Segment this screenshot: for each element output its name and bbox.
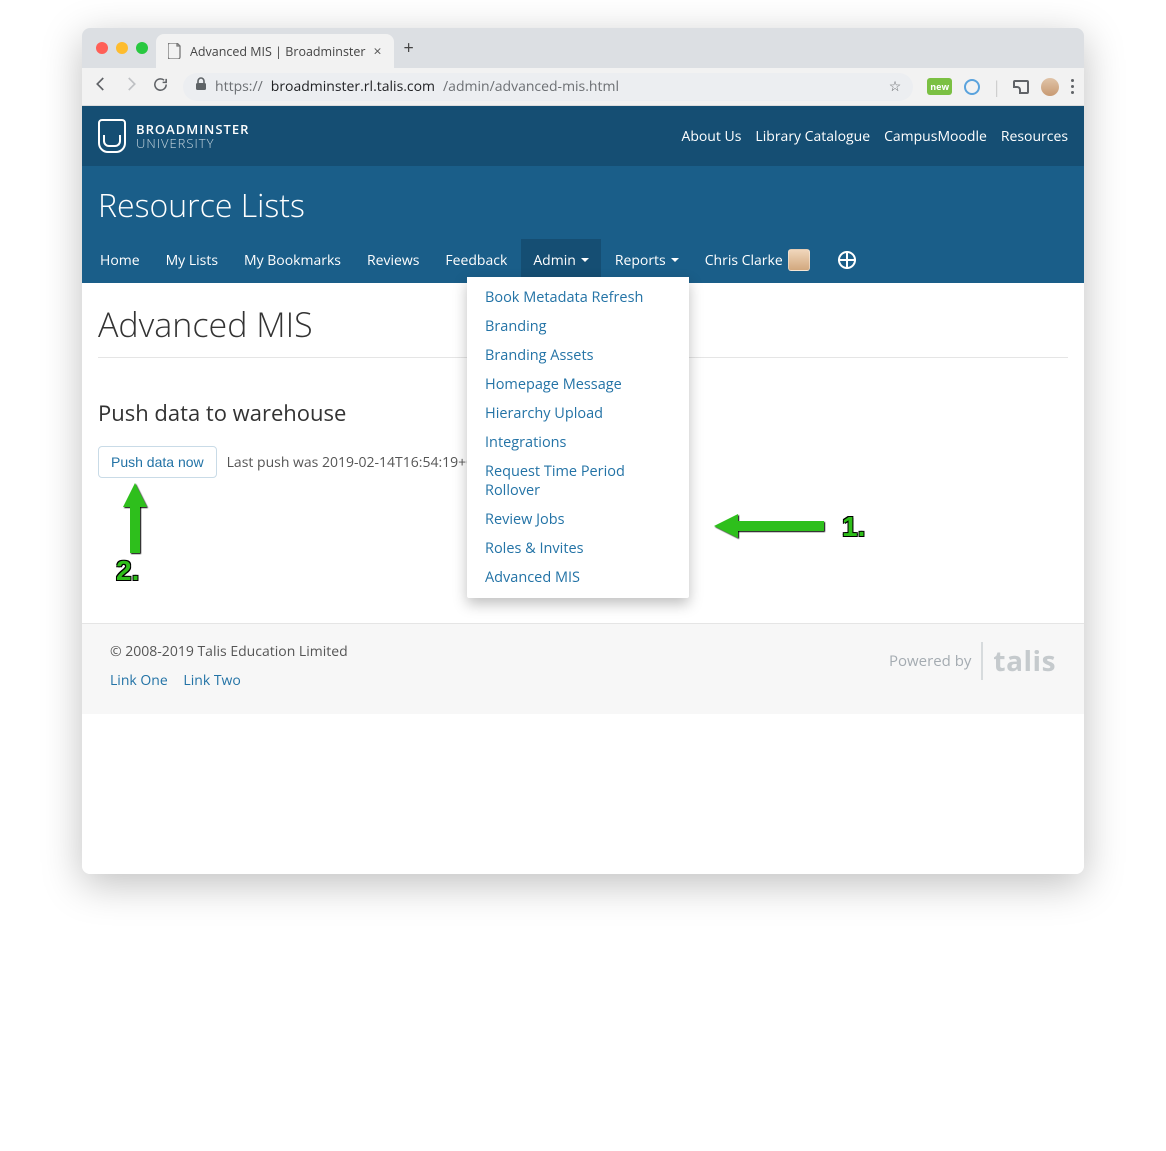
address-bar[interactable]: https:// broadminster.rl.talis.com/admin/… [183,73,913,101]
reload-button[interactable] [152,76,169,98]
url-prefix: https:// [215,77,263,96]
window-controls [92,42,156,54]
extension-circle-icon[interactable] [964,79,980,95]
nav-reviews[interactable]: Reviews [355,239,431,282]
app-title: Resource Lists [82,166,1084,237]
cast-icon[interactable] [1013,80,1029,94]
annotation-label-1: 1. [842,511,865,543]
url-path: /admin/advanced-mis.html [443,77,619,96]
dd-hierarchy-upload[interactable]: Hierarchy Upload [467,399,689,428]
top-nav-link[interactable]: CampusMoodle [884,127,987,146]
main-nav: Home My Lists My Bookmarks Reviews Feedb… [82,237,1084,283]
dd-book-metadata-refresh[interactable]: Book Metadata Refresh [467,283,689,312]
nav-home[interactable]: Home [88,239,152,282]
extension-new-badge[interactable]: new [927,78,952,95]
dd-request-time-period-rollover[interactable]: Request Time Period Rollover [467,457,689,505]
logo-line2: UNIVERSITY [136,136,249,150]
caret-down-icon [671,258,679,262]
footer-link[interactable]: Link Two [183,671,240,690]
last-push-text: Last push was 2019-02-14T16:54:19+00:00 [227,453,502,472]
dd-roles-invites[interactable]: Roles & Invites [467,534,689,563]
dd-integrations[interactable]: Integrations [467,428,689,457]
forward-button[interactable] [122,75,140,98]
dd-advanced-mis[interactable]: Advanced MIS [467,563,689,592]
back-button[interactable] [92,75,110,98]
footer-link[interactable]: Link One [110,671,168,690]
blank-space [82,714,1084,874]
user-name: Chris Clarke [705,251,783,270]
profile-avatar[interactable] [1041,78,1059,96]
site-logo[interactable]: BROADMINSTER UNIVERSITY [98,119,249,153]
close-tab-icon[interactable]: × [374,42,382,61]
dd-review-jobs[interactable]: Review Jobs [467,505,689,534]
language-globe-icon[interactable] [838,251,856,269]
maximize-window-button[interactable] [136,42,148,54]
browser-window: Advanced MIS | Broadminster × + https://… [82,28,1084,874]
file-icon [168,43,182,59]
nav-my-bookmarks[interactable]: My Bookmarks [232,239,353,282]
browser-menu-button[interactable] [1071,79,1074,94]
powered-by: Powered by talis [889,642,1056,680]
annotation-arrow-2: 2. [120,483,160,598]
new-tab-button[interactable]: + [404,36,414,60]
user-avatar [788,249,810,271]
top-nav-link[interactable]: About Us [681,127,741,146]
browser-tab-strip: Advanced MIS | Broadminster × + [82,28,1084,68]
shield-icon [98,119,126,153]
top-nav-link[interactable]: Library Catalogue [755,127,870,146]
url-host: broadminster.rl.talis.com [271,77,435,96]
browser-toolbar: https:// broadminster.rl.talis.com/admin/… [82,68,1084,106]
annotation-label-2: 2. [116,555,139,587]
top-nav: About Us Library Catalogue CampusMoodle … [681,127,1068,146]
annotation-arrow-1: 1. [714,511,884,556]
nav-feedback[interactable]: Feedback [433,239,519,282]
powered-by-label: Powered by [889,651,971,671]
site-header: BROADMINSTER UNIVERSITY About Us Library… [82,106,1084,166]
top-nav-link[interactable]: Resources [1001,127,1068,146]
admin-dropdown: Book Metadata Refresh Branding Branding … [467,277,689,598]
minimize-window-button[interactable] [116,42,128,54]
push-data-button[interactable]: Push data now [98,446,217,478]
talis-logo: talis [981,642,1056,680]
bookmark-star-icon[interactable]: ☆ [889,77,902,96]
nav-user[interactable]: Chris Clarke [693,237,822,283]
close-window-button[interactable] [96,42,108,54]
dd-branding[interactable]: Branding [467,312,689,341]
browser-tab[interactable]: Advanced MIS | Broadminster × [156,34,394,68]
site-footer: © 2008-2019 Talis Education Limited Link… [82,623,1084,714]
nav-my-lists[interactable]: My Lists [154,239,230,282]
copyright-text: © 2008-2019 Talis Education Limited [110,642,348,661]
nav-reports[interactable]: Reports [603,239,691,282]
tab-title: Advanced MIS | Broadminster [190,43,366,60]
lock-icon [195,77,207,96]
dd-branding-assets[interactable]: Branding Assets [467,341,689,370]
caret-down-icon [581,258,589,262]
nav-admin[interactable]: Admin [521,239,601,282]
dd-homepage-message[interactable]: Homepage Message [467,370,689,399]
